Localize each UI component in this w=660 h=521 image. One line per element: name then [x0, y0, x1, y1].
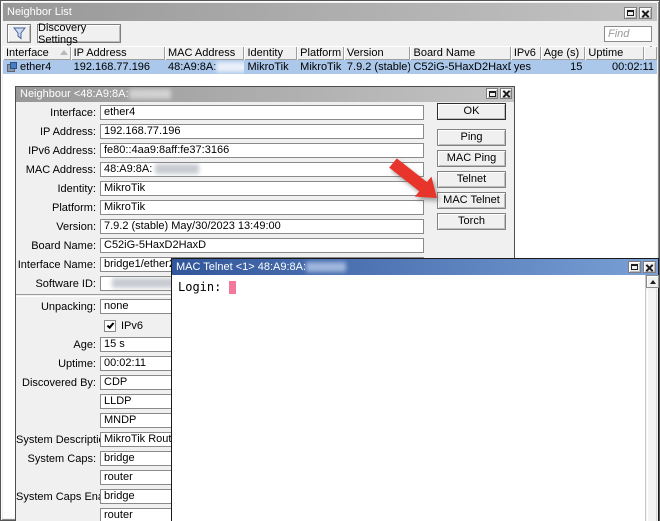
checkmark-icon [107, 321, 115, 329]
cell-age: 15 [541, 60, 586, 74]
redacted-mac [155, 164, 199, 174]
mac-address-field[interactable]: 48:A9:8A: [100, 162, 424, 177]
cell-mac-address: 48:A9:8A: [165, 60, 245, 74]
terminal-output[interactable]: Login: [172, 275, 645, 521]
telnet-maximize-button[interactable] [628, 261, 641, 273]
find-input[interactable] [604, 26, 652, 42]
toolbar: Discovery Settings [3, 21, 657, 46]
ipv6-checkbox[interactable] [104, 320, 116, 332]
close-icon [503, 90, 510, 97]
mac-telnet-titlebar[interactable]: MAC Telnet <1> 48:A9:8A: [172, 259, 658, 275]
redacted-title-mac [129, 89, 171, 99]
filter-icon [13, 27, 26, 40]
dialog-close-button[interactable] [500, 88, 512, 99]
close-button[interactable] [639, 7, 652, 19]
filter-button[interactable] [7, 24, 31, 43]
sort-icon [60, 50, 68, 55]
column-header-version[interactable]: Version [344, 46, 411, 60]
mac-telnet-button[interactable]: MAC Telnet [437, 192, 506, 209]
ping-button[interactable]: Ping [437, 129, 506, 146]
neighbour-dialog-titlebar[interactable]: Neighbour <48:A9:8A: [16, 87, 514, 102]
field-board-name: Board Name:C52iG-5HaxD2HaxD [16, 236, 514, 255]
column-header-board-name[interactable]: Board Name [410, 46, 510, 60]
annotation-arrow-icon [383, 156, 441, 202]
platform-field[interactable]: MikroTik [100, 200, 424, 215]
window-title: Neighbor List [7, 6, 72, 18]
ok-button[interactable]: OK [437, 103, 506, 120]
ip-address-field[interactable]: 192.168.77.196 [100, 124, 424, 139]
neighbor-list-titlebar[interactable]: Neighbor List [3, 3, 657, 21]
cell-interface: ether4 [3, 60, 71, 74]
interface-field[interactable]: ether4 [100, 105, 424, 120]
maximize-icon [489, 91, 496, 97]
redacted-mac [216, 62, 244, 72]
interface-icon [7, 62, 17, 72]
cell-uptime: 00:02:11 [585, 60, 657, 74]
screen: { "colors": { "selection_blue": "#abc7ea… [0, 0, 660, 521]
redacted-mac [306, 262, 346, 272]
terminal-cursor [229, 281, 236, 294]
cell-identity: MikroTik [244, 60, 297, 74]
login-prompt: Login: [178, 280, 221, 294]
board-name-field[interactable]: C52iG-5HaxD2HaxD [100, 238, 424, 253]
column-header-ipv6[interactable]: IPv6 [511, 46, 541, 60]
maximize-icon [627, 10, 634, 16]
column-header-identity[interactable]: Identity [244, 46, 297, 60]
telnet-button[interactable]: Telnet [437, 171, 506, 188]
cell-ipv6: yes [511, 60, 541, 74]
cell-platform: MikroTik [297, 60, 344, 74]
arrow-up-icon [650, 280, 656, 284]
close-icon [642, 10, 649, 17]
scroll-up-button[interactable] [646, 275, 659, 288]
dialog-maximize-button[interactable] [486, 88, 498, 99]
column-header-platform[interactable]: Platform [297, 46, 344, 60]
mac-telnet-title: MAC Telnet <1> 48:A9:8A: [176, 261, 306, 273]
ipv6-address-field[interactable]: fe80::4aa9:8aff:fe37:3166 [100, 143, 424, 158]
mac-ping-button[interactable]: MAC Ping [437, 150, 506, 167]
table-header: Interface IP Address MAC Address Identit… [3, 46, 657, 60]
torch-button[interactable]: Torch [437, 213, 506, 230]
telnet-close-button[interactable] [643, 261, 656, 273]
chevron-down-icon [647, 46, 655, 59]
maximize-button[interactable] [624, 7, 637, 19]
table-row[interactable]: ether4 192.168.77.196 48:A9:8A: MikroTik… [3, 60, 657, 74]
column-header-ip-address[interactable]: IP Address [71, 46, 165, 60]
vertical-scrollbar[interactable] [645, 275, 658, 521]
dialog-title: Neighbour <48:A9:8A: [20, 88, 129, 100]
cell-version: 7.9.2 (stable) ... [344, 60, 411, 74]
close-icon [646, 264, 653, 271]
column-header-mac-address[interactable]: MAC Address [165, 46, 245, 60]
mac-telnet-window: MAC Telnet <1> 48:A9:8A: Login: [171, 258, 659, 521]
column-header-uptime[interactable]: Uptime [585, 46, 644, 60]
discovery-settings-button[interactable]: Discovery Settings [37, 24, 121, 43]
column-header-age[interactable]: Age (s) [541, 46, 586, 60]
column-dropdown-button[interactable] [644, 46, 657, 60]
column-header-interface[interactable]: Interface [3, 46, 71, 60]
cell-board-name: C52iG-5HaxD2HaxD [410, 60, 510, 74]
identity-field[interactable]: MikroTik [100, 181, 424, 196]
cell-ip-address: 192.168.77.196 [71, 60, 165, 74]
maximize-icon [631, 264, 638, 270]
version-field[interactable]: 7.9.2 (stable) May/30/2023 13:49:00 [100, 219, 424, 234]
scrollbar-track[interactable] [647, 289, 657, 521]
